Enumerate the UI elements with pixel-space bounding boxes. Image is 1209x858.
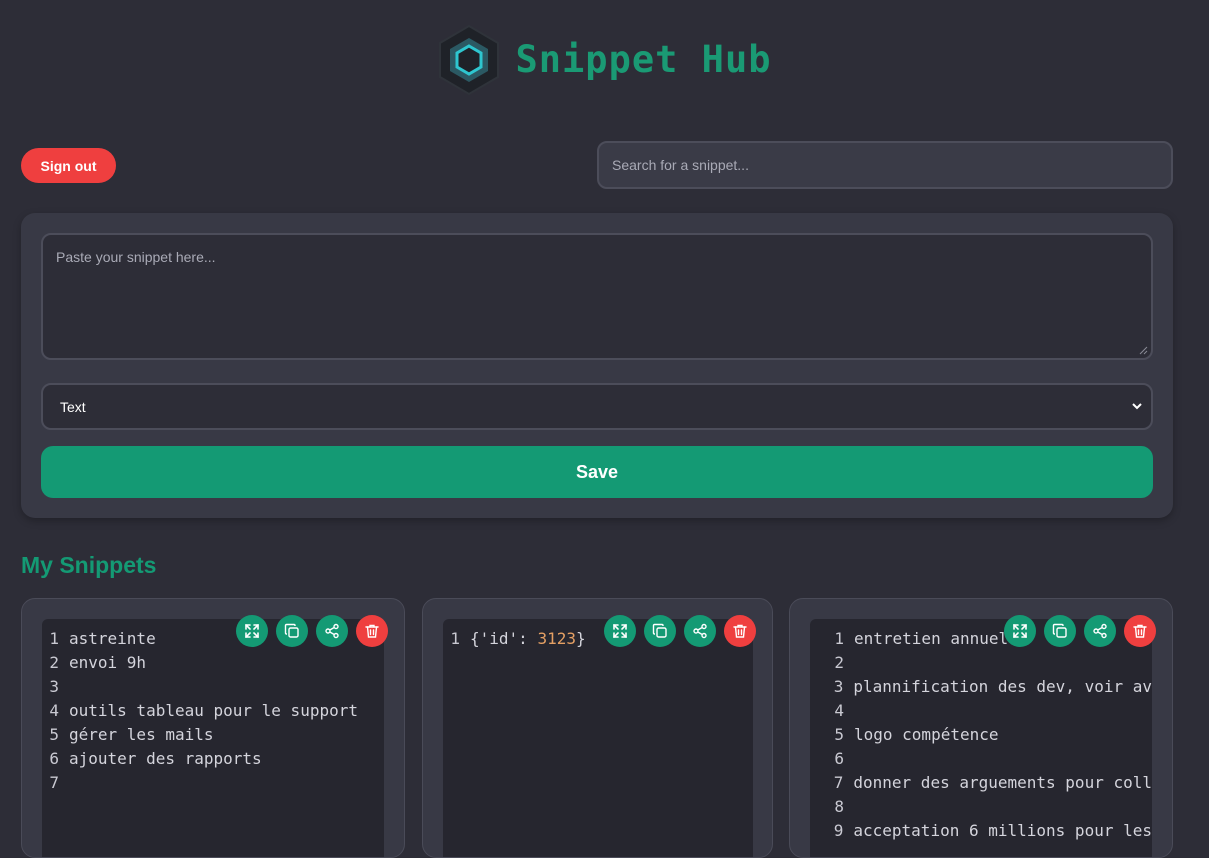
copy-button[interactable]	[276, 615, 308, 647]
search-placeholder: Search for a snippet...	[612, 157, 749, 173]
snippet-actions	[236, 615, 388, 647]
expand-icon	[1013, 624, 1027, 638]
line-number: 5	[49, 725, 59, 744]
share-button[interactable]	[684, 615, 716, 647]
snippet-code: 1 astreinte 2 envoi 9h 3 4 outils tableau p…	[42, 619, 384, 857]
my-snippets-heading: My Snippets	[21, 552, 157, 578]
snippet-card: 1 entretien annuel 2 3 plannification des …	[789, 598, 1173, 858]
code-line: 3	[42, 675, 384, 699]
resize-grip-icon[interactable]	[1138, 345, 1148, 355]
line-text: logo compétence	[854, 725, 999, 744]
snippet-textarea-placeholder: Paste your snippet here...	[56, 249, 216, 265]
new-snippet-panel: Paste your snippet here... Text Save	[21, 213, 1173, 518]
trash-icon	[1133, 624, 1147, 638]
app-logo-icon	[439, 24, 500, 96]
code-line: 4 outils tableau pour le support	[42, 699, 384, 723]
line-text: acceptation 6 millions pour les	[853, 821, 1152, 840]
line-number: 4	[834, 701, 844, 720]
line-number: 3	[833, 677, 844, 696]
language-selected-value: Text	[60, 398, 86, 415]
code-line: 2	[810, 651, 1152, 675]
snippet-code: 1 entretien annuel 2 3 plannification des …	[810, 619, 1152, 857]
line-number: 2	[49, 653, 59, 672]
line-number: 7	[833, 773, 844, 792]
snippet-card: 1 astreinte 2 envoi 9h 3 4 outils tableau p…	[21, 598, 405, 858]
number-token: 3123	[537, 629, 576, 648]
trash-icon	[365, 624, 379, 638]
code-line: 6	[810, 747, 1152, 771]
line-number: 8	[834, 797, 844, 816]
line-number: 1	[834, 629, 844, 648]
snippet-card: 1 {'id': 3123}	[422, 598, 773, 858]
code-line: 8	[810, 795, 1152, 819]
line-text: envoi 9h	[69, 653, 147, 672]
line-text: }	[575, 629, 586, 648]
line-text: {'id':	[470, 629, 538, 648]
snippet-actions	[1004, 615, 1156, 647]
share-icon	[325, 623, 339, 639]
code-line: 5 logo compétence	[810, 723, 1152, 747]
line-number: 5	[834, 725, 844, 744]
line-number: 1	[49, 629, 59, 648]
line-number: 6	[834, 749, 844, 768]
copy-icon	[652, 623, 667, 638]
code-line: 9 acceptation 6 millions pour les	[810, 819, 1152, 843]
snippet-code: 1 {'id': 3123}	[443, 619, 753, 857]
snippet-textarea[interactable]: Paste your snippet here...	[41, 233, 1153, 360]
code-line: 3 plannification des dev, voir av	[810, 675, 1152, 699]
line-text: plannification des dev, voir av	[853, 677, 1152, 696]
share-button[interactable]	[1084, 615, 1116, 647]
expand-icon	[245, 624, 259, 638]
share-button[interactable]	[316, 615, 348, 647]
expand-button[interactable]	[1004, 615, 1036, 647]
line-text: outils tableau pour le support	[69, 701, 358, 720]
line-number: 4	[49, 701, 59, 720]
delete-button[interactable]	[1124, 615, 1156, 647]
line-number: 7	[49, 773, 59, 792]
copy-icon	[1052, 623, 1067, 638]
chevron-down-icon	[1132, 403, 1142, 410]
line-number: 2	[834, 653, 844, 672]
copy-button[interactable]	[644, 615, 676, 647]
delete-button[interactable]	[356, 615, 388, 647]
copy-button[interactable]	[1044, 615, 1076, 647]
copy-icon	[284, 623, 299, 638]
line-number: 9	[833, 821, 844, 840]
snippet-actions	[604, 615, 756, 647]
delete-button[interactable]	[724, 615, 756, 647]
share-icon	[693, 623, 707, 639]
language-select[interactable]: Text	[41, 383, 1153, 430]
line-text: gérer les mails	[69, 725, 214, 744]
sign-out-button[interactable]: Sign out	[21, 148, 116, 183]
share-icon	[1093, 623, 1107, 639]
search-input[interactable]: Search for a snippet...	[597, 141, 1173, 189]
trash-icon	[733, 624, 747, 638]
app-title: Snippet Hub	[515, 37, 772, 81]
expand-icon	[613, 624, 627, 638]
line-text: ajouter des rapports	[69, 749, 262, 768]
code-line: 4	[810, 699, 1152, 723]
code-line: 7	[42, 771, 384, 795]
expand-button[interactable]	[236, 615, 268, 647]
save-button[interactable]: Save	[41, 446, 1153, 498]
code-line: 5 gérer les mails	[42, 723, 384, 747]
code-line: 7 donner des arguements pour coll	[810, 771, 1152, 795]
line-text: astreinte	[69, 629, 156, 648]
expand-button[interactable]	[604, 615, 636, 647]
code-line: 6 ajouter des rapports	[42, 747, 384, 771]
line-text: donner des arguements pour coll	[853, 773, 1152, 792]
line-number: 3	[49, 677, 59, 696]
line-number: 1	[450, 629, 460, 648]
line-text: entretien annuel	[854, 629, 1009, 648]
app-header: Snippet Hub	[0, 24, 1209, 96]
line-number: 6	[49, 749, 59, 768]
code-line: 2 envoi 9h	[42, 651, 384, 675]
